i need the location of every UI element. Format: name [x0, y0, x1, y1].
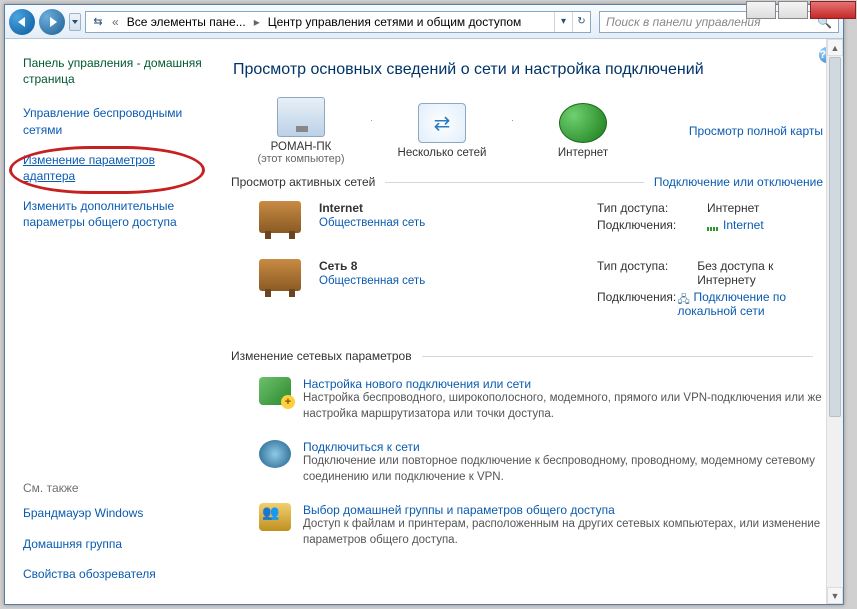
page-title: Просмотр основных сведений о сети и наст… — [233, 61, 823, 79]
view-full-map-link[interactable]: Просмотр полной карты — [653, 124, 823, 138]
close-button[interactable] — [810, 1, 856, 19]
network-2-conn-link[interactable]: Подключение по локальной сети — [677, 290, 823, 318]
navigation-bar: « Все элементы пане... ▸ Центр управлени… — [5, 5, 843, 39]
setting-2-desc: Подключение или повторное подключение к … — [303, 454, 823, 485]
network-item-2: Сеть 8 Общественная сеть Тип доступа: Бе… — [231, 253, 823, 339]
network-2-conn-label: Подключения: — [597, 290, 677, 318]
setting-3-desc: Доступ к файлам и принтерам, расположенн… — [303, 517, 823, 548]
network-2-name: Сеть 8 — [319, 259, 579, 273]
network-1-conn-label: Подключения: — [597, 218, 707, 232]
sidebar-seealso-homegroup[interactable]: Домашняя группа — [23, 536, 209, 552]
connect-disconnect-link[interactable]: Подключение или отключение — [654, 175, 823, 189]
sidebar-seealso-firewall[interactable]: Брандмауэр Windows — [23, 505, 209, 521]
signal-icon — [707, 219, 719, 231]
network-1-name: Internet — [319, 201, 579, 215]
map-pc-sub: (этот компьютер) — [231, 153, 371, 165]
sidebar-seealso-browser[interactable]: Свойства обозревателя — [23, 566, 209, 582]
active-networks-label: Просмотр активных сетей — [231, 175, 375, 189]
networks-icon — [418, 103, 466, 143]
control-panel-window: « Все элементы пане... ▸ Центр управлени… — [4, 4, 844, 605]
map-this-pc: РОМАН-ПК (этот компьютер) — [231, 97, 371, 165]
network-1-access-label: Тип доступа: — [597, 201, 707, 215]
recent-locations-button[interactable] — [69, 13, 81, 31]
sidebar-seealso-label: См. также — [23, 481, 209, 495]
sidebar-link-adapter-highlight: Изменение параметров адаптера — [23, 152, 209, 198]
computer-icon — [277, 97, 325, 137]
vertical-scrollbar[interactable]: ▲ ▼ — [826, 39, 843, 604]
address-dropdown-button[interactable]: ▾ — [554, 12, 572, 32]
network-1-type-link[interactable]: Общественная сеть — [319, 217, 425, 229]
globe-icon — [559, 103, 607, 143]
chevron-right-icon: ▸ — [250, 15, 264, 29]
map-networks: Несколько сетей — [372, 103, 512, 159]
network-2-access-value: Без доступа к Интернету — [697, 259, 823, 287]
sidebar-link-adapter[interactable]: Изменение параметров адаптера — [23, 152, 209, 184]
network-icon-bench — [259, 259, 301, 291]
setting-1-link[interactable]: Настройка нового подключения или сети — [303, 377, 531, 391]
sidebar-home-link[interactable]: Панель управления - домашняя страница — [23, 55, 209, 87]
setting-2-link[interactable]: Подключиться к сети — [303, 440, 420, 454]
network-1-access-value: Интернет — [707, 201, 759, 215]
content-pane: ?▾ Просмотр основных сведений о сети и н… — [217, 39, 843, 604]
scroll-down-button[interactable]: ▼ — [827, 587, 843, 604]
setting-new-connection: Настройка нового подключения или сети На… — [231, 369, 823, 432]
setting-connect-network: Подключиться к сети Подключение или повт… — [231, 432, 823, 495]
setting-homegroup: Выбор домашней группы и параметров общег… — [231, 495, 823, 558]
maximize-button[interactable] — [778, 1, 808, 19]
connect-network-icon — [259, 440, 291, 468]
map-internet: Интернет — [513, 103, 653, 159]
breadcrumb-root-chevron[interactable]: « — [108, 15, 123, 29]
map-mid-label: Несколько сетей — [372, 147, 512, 159]
minimize-button[interactable] — [746, 1, 776, 19]
setting-1-desc: Настройка беспроводного, широкополосного… — [303, 391, 823, 422]
search-placeholder: Поиск в панели управления — [606, 15, 761, 29]
sidebar-link-sharing[interactable]: Изменить дополнительные параметры общего… — [23, 198, 209, 230]
refresh-button[interactable]: ↻ — [572, 12, 590, 32]
ethernet-icon — [677, 291, 689, 303]
window-body: Панель управления - домашняя страница Уп… — [5, 39, 843, 604]
network-2-access-label: Тип доступа: — [597, 259, 697, 287]
homegroup-icon — [259, 503, 291, 531]
network-icon-bench — [259, 201, 301, 233]
network-map: РОМАН-ПК (этот компьютер) Несколько сете… — [231, 97, 823, 165]
map-internet-label: Интернет — [513, 147, 653, 159]
setting-3-link[interactable]: Выбор домашней группы и параметров общег… — [303, 503, 615, 517]
settings-list: Настройка нового подключения или сети На… — [231, 369, 823, 558]
change-settings-header: Изменение сетевых параметров — [231, 349, 823, 363]
network-1-conn-link[interactable]: Internet — [707, 218, 764, 232]
window-chrome — [744, 1, 856, 19]
network-icon — [90, 14, 106, 30]
scroll-thumb[interactable] — [829, 57, 841, 417]
change-settings-label: Изменение сетевых параметров — [231, 349, 412, 363]
sidebar: Панель управления - домашняя страница Уп… — [5, 39, 217, 604]
active-networks-header: Просмотр активных сетей Подключение или … — [231, 175, 823, 189]
new-connection-icon — [259, 377, 291, 405]
forward-button[interactable] — [39, 9, 65, 35]
network-item-1: Internet Общественная сеть Тип доступа: … — [231, 195, 823, 253]
breadcrumb-seg-2[interactable]: Центр управления сетями и общим доступом — [264, 12, 526, 32]
address-bar[interactable]: « Все элементы пане... ▸ Центр управлени… — [85, 11, 591, 33]
back-button[interactable] — [9, 9, 35, 35]
scroll-up-button[interactable]: ▲ — [827, 39, 843, 56]
breadcrumb-seg-1[interactable]: Все элементы пане... — [123, 12, 250, 32]
network-2-type-link[interactable]: Общественная сеть — [319, 275, 425, 287]
sidebar-link-wireless[interactable]: Управление беспроводными сетями — [23, 105, 209, 137]
map-pc-name: РОМАН-ПК — [231, 141, 371, 153]
